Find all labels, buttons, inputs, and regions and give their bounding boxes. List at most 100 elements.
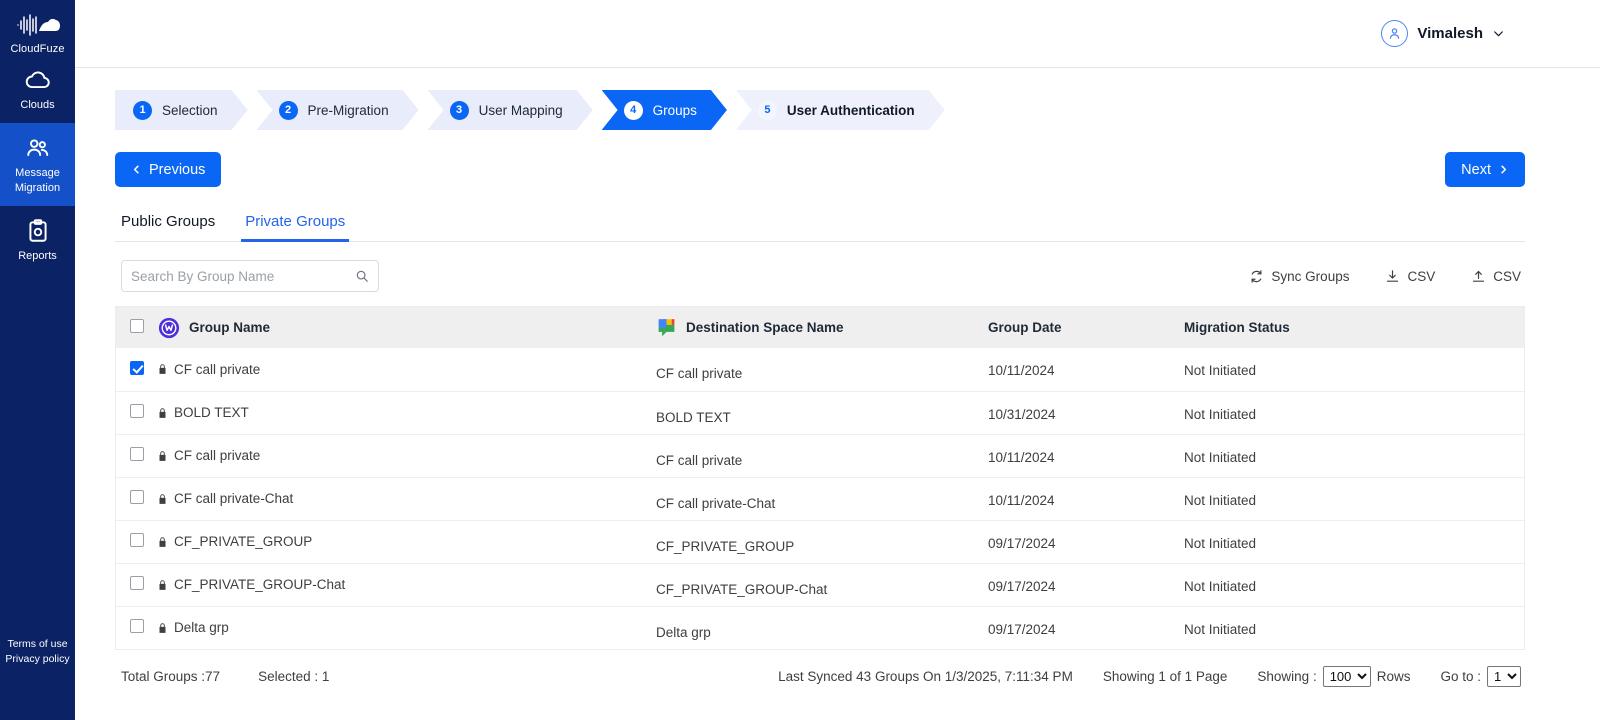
step-label: Groups xyxy=(652,102,697,118)
brand: CloudFuze xyxy=(0,0,75,55)
group-tabs: Public Groups Private Groups xyxy=(115,213,1525,242)
status-cell: Not Initiated xyxy=(1184,492,1257,508)
goto-label: Go to : xyxy=(1440,668,1481,684)
step-user-authentication[interactable]: 5 User Authentication xyxy=(736,90,945,130)
table-row[interactable]: CF call private CF call private 10/11/20… xyxy=(116,348,1524,391)
row-select-cell xyxy=(116,520,158,563)
step-selection[interactable]: 1 Selection xyxy=(115,90,248,130)
date-cell: 10/11/2024 xyxy=(988,492,1055,508)
destination-cell: CF_PRIVATE_GROUP-Chat xyxy=(656,581,828,597)
rows-per-page-select[interactable]: 100 xyxy=(1322,665,1371,687)
group-name-text: CF call private xyxy=(174,361,261,377)
clipboard-icon xyxy=(28,219,47,242)
sidebar-item-message-migration[interactable]: Message Migration xyxy=(0,123,75,206)
sidebar-item-clouds[interactable]: Clouds xyxy=(0,55,75,123)
download-csv-button[interactable]: CSV xyxy=(1385,269,1435,284)
previous-button[interactable]: Previous xyxy=(115,152,222,187)
status-cell: Not Initiated xyxy=(1184,535,1257,551)
next-button[interactable]: Next xyxy=(1445,152,1525,187)
destination-space-header-label: Destination Space Name xyxy=(686,320,844,335)
sidebar-item-label-reports: Reports xyxy=(18,250,57,262)
lock-icon xyxy=(159,493,166,504)
sync-groups-button[interactable]: Sync Groups xyxy=(1249,269,1349,284)
step-number: 4 xyxy=(624,101,643,120)
step-groups[interactable]: 4 Groups xyxy=(602,90,727,130)
select-all-header xyxy=(116,307,158,348)
group-name-cell: BOLD TEXT xyxy=(158,391,656,434)
row-checkbox[interactable] xyxy=(130,533,144,547)
step-number: 2 xyxy=(279,101,298,120)
table-toolbar: Sync Groups CSV CSV xyxy=(115,242,1525,306)
group-name-cell: CF call private xyxy=(158,348,656,391)
step-number: 5 xyxy=(758,101,777,120)
table-row[interactable]: BOLD TEXT BOLD TEXT 10/31/2024 Not Initi… xyxy=(116,391,1524,434)
row-checkbox[interactable] xyxy=(130,576,144,590)
lock-icon xyxy=(159,407,166,418)
search-input[interactable] xyxy=(131,268,355,284)
users-icon xyxy=(26,139,48,157)
groups-table-container: Group Name Destination Space Name Group … xyxy=(115,306,1525,650)
download-csv-label: CSV xyxy=(1407,268,1436,284)
select-all-checkbox[interactable] xyxy=(130,319,144,333)
destination-cell: CF_PRIVATE_GROUP xyxy=(656,538,795,554)
group-name-cell: CF call private xyxy=(158,434,656,477)
user-menu[interactable]: Vimalesh xyxy=(1381,20,1505,47)
table-row[interactable]: CF_PRIVATE_GROUP-Chat CF_PRIVATE_GROUP-C… xyxy=(116,563,1524,606)
cloud-icon xyxy=(25,71,50,89)
row-checkbox[interactable] xyxy=(130,404,144,418)
row-select-cell xyxy=(116,348,158,391)
sidebar-item-reports[interactable]: Reports xyxy=(0,206,75,274)
chevron-down-icon[interactable] xyxy=(1492,27,1505,40)
topbar: Vimalesh xyxy=(75,0,1600,68)
table-row[interactable]: CF call private CF call private 10/11/20… xyxy=(116,434,1524,477)
step-pre-migration[interactable]: 2 Pre-Migration xyxy=(257,90,419,130)
last-synced-text: Last Synced 43 Groups On 1/3/2025, 7:11:… xyxy=(778,668,1073,684)
selected-count-text: Selected : 1 xyxy=(258,668,330,684)
label-line-1: Message xyxy=(15,167,60,179)
user-name: Vimalesh xyxy=(1417,25,1483,42)
step-label: Pre-Migration xyxy=(307,102,389,118)
row-select-cell xyxy=(116,606,158,649)
lock-icon xyxy=(159,450,166,461)
goto-page-select[interactable]: 1 xyxy=(1487,665,1521,687)
group-name-text: CF_PRIVATE_GROUP xyxy=(174,534,313,549)
rows-per-page: Showing : 100 Rows xyxy=(1257,665,1410,687)
date-cell: 09/17/2024 xyxy=(988,578,1056,594)
sync-groups-label: Sync Groups xyxy=(1271,268,1350,284)
refresh-icon xyxy=(1251,269,1262,283)
group-name-text: CF call private-Chat xyxy=(174,491,294,506)
download-icon xyxy=(1387,269,1399,282)
tab-private-groups[interactable]: Private Groups xyxy=(241,213,350,242)
privacy-policy-link[interactable]: Privacy policy xyxy=(5,653,69,665)
showing-pages-text: Showing 1 of 1 Page xyxy=(1102,668,1228,684)
groups-table: Group Name Destination Space Name Group … xyxy=(116,307,1524,650)
table-row[interactable]: CF call private-Chat CF call private-Cha… xyxy=(116,477,1524,520)
stepper: 1 Selection 2 Pre-Migration 3 User Mappi… xyxy=(115,90,1525,130)
next-label: Next xyxy=(1461,161,1491,178)
app-root: CloudFuze Clouds Message Migration Repor… xyxy=(0,0,1600,720)
group-name-cell: CF_PRIVATE_GROUP-Chat xyxy=(158,563,656,606)
row-checkbox[interactable] xyxy=(130,360,144,375)
search-box[interactable] xyxy=(121,260,379,292)
destination-space-header: Destination Space Name xyxy=(656,307,988,348)
table-row[interactable]: Delta grp Delta grp 09/17/2024 Not Initi… xyxy=(116,606,1524,649)
row-checkbox[interactable] xyxy=(130,619,144,633)
tab-public-groups[interactable]: Public Groups xyxy=(121,213,215,241)
group-name-text: CF_PRIVATE_GROUP-Chat xyxy=(174,577,346,592)
chevron-left-icon xyxy=(133,165,139,174)
table-footer: Total Groups :77 Selected : 1 Last Synce… xyxy=(115,650,1525,687)
step-user-mapping[interactable]: 3 User Mapping xyxy=(428,90,593,130)
terms-of-use-link[interactable]: Terms of use xyxy=(7,638,67,650)
lock-icon xyxy=(159,536,166,547)
status-cell: Not Initiated xyxy=(1184,449,1257,465)
google-chat-icon xyxy=(658,319,675,337)
destination-cell: CF call private xyxy=(656,452,743,468)
step-label: User Authentication xyxy=(786,102,915,118)
table-row[interactable]: CF_PRIVATE_GROUP CF_PRIVATE_GROUP 09/17/… xyxy=(116,520,1524,563)
upload-csv-button[interactable]: CSV xyxy=(1471,269,1521,284)
row-checkbox[interactable] xyxy=(130,447,144,461)
avatar xyxy=(1381,20,1409,47)
search-icon[interactable] xyxy=(355,269,369,283)
date-cell: 10/11/2024 xyxy=(988,449,1055,465)
row-checkbox[interactable] xyxy=(130,490,144,504)
